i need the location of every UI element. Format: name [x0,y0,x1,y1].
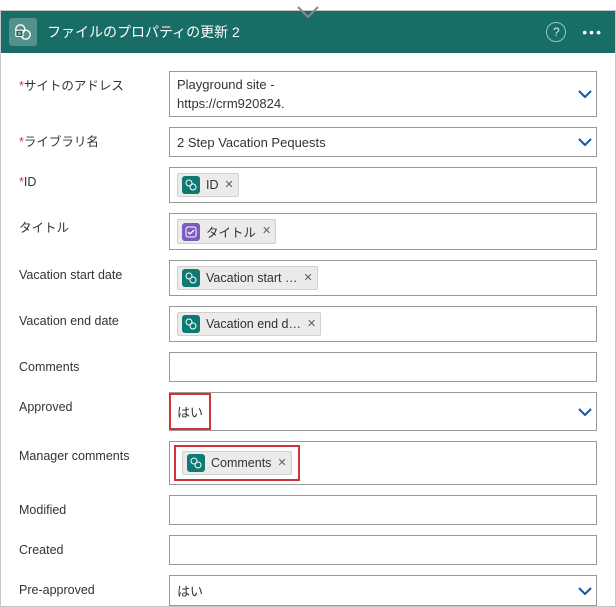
token-remove-icon[interactable]: ✕ [262,226,271,237]
field-vac-end[interactable]: Vacation end d… ✕ [169,306,597,342]
chevron-down-icon[interactable] [578,405,592,419]
field-title[interactable]: タイトル ✕ [169,213,597,250]
flow-arrow-down [297,6,319,20]
field-library[interactable]: 2 Step Vacation Pequests [169,127,597,157]
label-site-address: *サイトのアドレス [19,71,169,94]
token-manager-comments[interactable]: Comments ✕ [182,451,292,475]
field-id[interactable]: ID ✕ [169,167,597,203]
form-body: *サイトのアドレス Playground site - https://crm9… [1,53,615,606]
action-card: S ファイルのプロパティの更新 2 ? ••• *サイトのアドレス Playgr… [0,10,616,607]
token-id[interactable]: ID ✕ [177,173,239,197]
label-library: *ライブラリ名 [19,127,169,150]
chevron-down-icon[interactable] [578,135,592,149]
label-created: Created [19,535,169,558]
help-icon[interactable]: ? [546,22,566,42]
label-pre-approved: Pre-approved [19,575,169,598]
token-title[interactable]: タイトル ✕ [177,219,276,244]
site-address-line2: https://crm920824. [175,94,287,113]
label-vac-end: Vacation end date [19,306,169,329]
approvals-token-icon [182,223,200,241]
action-title: ファイルのプロパティの更新 2 [47,22,546,42]
sharepoint-token-icon [182,315,200,333]
token-vac-end[interactable]: Vacation end d… ✕ [177,312,321,336]
highlighted-value: はい [169,393,211,430]
label-id: *ID [19,167,169,190]
svg-text:S: S [18,31,21,36]
field-manager-comments[interactable]: Comments ✕ [169,441,597,485]
field-pre-approved[interactable]: はい [169,575,597,606]
token-remove-icon[interactable]: ✕ [225,180,234,191]
token-remove-icon[interactable]: ✕ [307,319,316,330]
label-title: タイトル [19,213,169,236]
label-vac-start: Vacation start date [19,260,169,283]
label-modified: Modified [19,495,169,518]
more-menu-icon[interactable]: ••• [578,24,607,40]
label-approved: Approved [19,392,169,415]
token-remove-icon[interactable]: ✕ [303,273,312,284]
chevron-down-icon[interactable] [578,584,592,598]
token-vac-start[interactable]: Vacation start … ✕ [177,266,318,290]
sharepoint-token-icon [187,454,205,472]
field-approved[interactable]: はい [169,392,597,431]
sharepoint-icon: S [9,18,37,46]
field-comments[interactable] [169,352,597,382]
chevron-down-icon[interactable] [578,87,592,101]
highlighted-token-wrap: Comments ✕ [174,445,300,481]
field-site-address[interactable]: Playground site - https://crm920824. [169,71,597,117]
token-remove-icon[interactable]: ✕ [277,458,286,469]
field-vac-start[interactable]: Vacation start … ✕ [169,260,597,296]
field-created[interactable] [169,535,597,565]
label-manager-comments: Manager comments [19,441,169,464]
site-address-line1: Playground site - [175,75,591,94]
field-modified[interactable] [169,495,597,525]
label-comments: Comments [19,352,169,375]
sharepoint-token-icon [182,269,200,287]
sharepoint-token-icon [182,176,200,194]
